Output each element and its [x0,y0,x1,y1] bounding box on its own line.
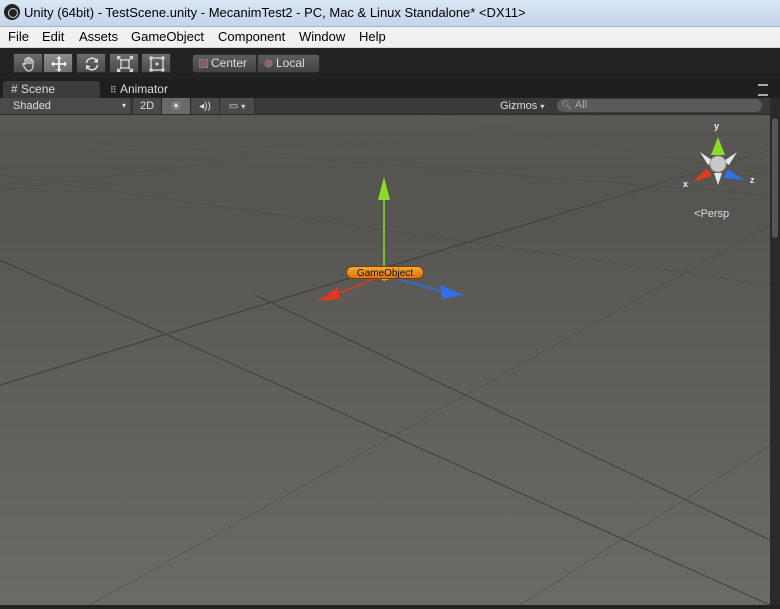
menu-component[interactable]: Component [218,29,285,44]
scale-tool-button[interactable] [109,53,139,73]
menu-gameobject[interactable]: GameObject [131,29,204,44]
search-placeholder: All [574,99,588,111]
menu-window[interactable]: Window [299,29,345,44]
audio-toggle-button[interactable]: ◂)) [190,98,220,114]
tab-animator-label: Animator [119,82,168,96]
scale-icon [117,56,133,72]
tab-row: # Scene ⠿ Animator [0,79,780,98]
scene-view[interactable]: y x z <Persp GameObject [0,115,770,605]
dropdown-arrow-icon: ▾ [241,102,246,111]
rect-tool-button[interactable] [141,53,171,73]
gizmos-label: Gizmos [500,100,538,112]
render-mode-label: Shaded [13,100,51,112]
right-scrollbar[interactable] [770,98,780,605]
effects-toggle-button[interactable]: ▭ ▾ [219,98,255,114]
tab-scene[interactable]: # Scene [3,81,100,98]
bottom-edge [0,605,780,609]
axis-z-label: z [750,175,755,185]
panel-menu-icon[interactable] [758,84,768,96]
gameobject-label[interactable]: GameObject [346,266,424,279]
menu-file[interactable]: File [8,29,29,44]
pivot-center-icon [199,59,208,68]
dropdown-arrow-icon: ▾ [540,102,545,111]
hand-icon [22,56,34,72]
animator-icon: ⠿ [110,85,117,95]
render-mode-dropdown[interactable]: Shaded ▾ [0,98,130,114]
rotate-tool-button[interactable] [76,53,106,73]
window-title-bar: Unity (64bit) - TestScene.unity - Mecani… [0,0,780,27]
floor-grid [0,115,770,605]
search-icon: 🔍︎ [561,100,573,110]
move-arrows-icon [51,56,67,72]
tab-animator[interactable]: ⠿ Animator [110,81,190,98]
scene-toolbar: Shaded ▾ 2D ☀ ◂)) ▭ ▾ Gizmos ▾ 🔍︎ All [0,98,770,115]
image-effects-icon: ▭ [228,101,239,112]
axis-y-label: y [714,121,720,131]
tab-scene-label: Scene [21,82,56,96]
lighting-toggle-button[interactable]: ☀ [161,98,191,114]
scene-search-input[interactable]: 🔍︎ All [557,99,762,112]
pivot-center-button[interactable]: Center [192,54,257,73]
scrollbar-thumb[interactable] [772,118,778,238]
menu-assets[interactable]: Assets [79,29,118,44]
local-space-icon [264,59,273,68]
menu-bar: File Edit Assets GameObject Component Wi… [0,27,780,48]
pivot-center-label: Center [211,56,248,70]
axis-x-label: x [683,179,689,189]
rotate-icon [85,57,99,71]
rect-tool-icon [149,56,165,72]
dropdown-arrow-icon: ▾ [121,101,126,110]
hand-tool-button[interactable] [13,53,43,73]
projection-label: Persp [700,208,730,220]
grid-icon: # [11,82,18,96]
pivot-local-button[interactable]: Local [257,54,320,73]
speaker-icon: ◂)) [199,101,211,112]
sun-icon: ☀ [170,99,182,113]
main-toolbar: Center Local [0,48,780,79]
projection-toggle[interactable]: <Persp [694,208,729,220]
menu-edit[interactable]: Edit [42,29,64,44]
mode-2d-button[interactable]: 2D [132,98,162,114]
menu-help[interactable]: Help [359,29,386,44]
pivot-local-label: Local [276,56,305,70]
move-tool-button[interactable] [43,53,73,73]
gizmos-dropdown[interactable]: Gizmos ▾ [500,98,552,114]
unity-logo-icon [4,4,20,20]
window-title: Unity (64bit) - TestScene.unity - Mecani… [24,5,526,20]
